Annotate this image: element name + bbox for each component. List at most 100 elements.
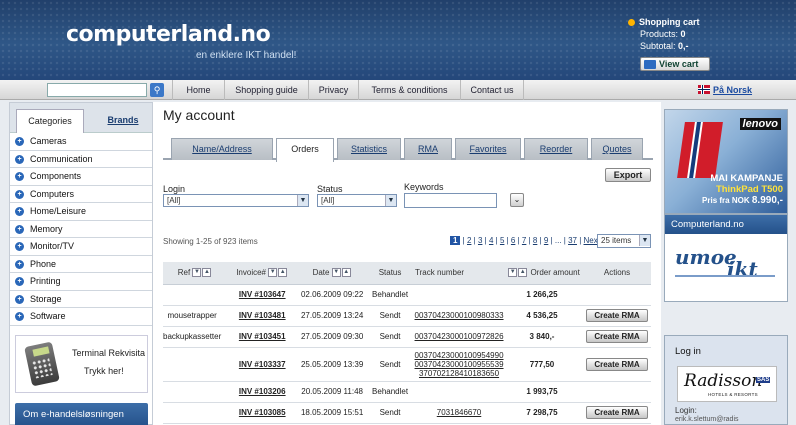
right-sidebar: lenovo MAI KAMPANJE ThinkPad T500 Pris f… xyxy=(664,102,788,425)
umoe-ikt-logo[interactable]: umoe ikt xyxy=(675,247,775,279)
view-cart-button[interactable]: View cart xyxy=(640,57,710,71)
category-storage[interactable]: + Storage xyxy=(10,291,152,308)
track-number-link[interactable]: 00370423000100954990 xyxy=(413,351,505,360)
nav-shopping-guide[interactable]: Shopping guide xyxy=(224,80,308,100)
tab-categories[interactable]: Categories xyxy=(16,109,84,133)
sort-asc-icon[interactable]: ▲ xyxy=(341,268,351,278)
create-rma-button[interactable]: Create RMA xyxy=(585,406,648,419)
col-invoice[interactable]: Invoice# ▼ ▲ xyxy=(227,262,298,285)
login-filter-select[interactable]: [All] ▼ xyxy=(163,194,309,207)
col-date[interactable]: Date ▼ ▲ xyxy=(297,262,368,285)
tab-favorites[interactable]: Favorites xyxy=(455,138,521,160)
table-row: INV #103337 25.05.2009 13:39 Sendt 00370423… xyxy=(163,347,651,382)
tab-name-address[interactable]: Name/Address xyxy=(171,138,273,160)
tab-rma[interactable]: RMA xyxy=(404,138,452,160)
tab-statistics[interactable]: Statistics xyxy=(337,138,401,160)
account-tabs: Name/Address Orders Statistics RMA Favor… xyxy=(163,138,653,162)
apply-filter-button[interactable]: ⌄ xyxy=(510,193,524,207)
create-rma-button[interactable]: Create RMA xyxy=(585,309,648,322)
invoice-link[interactable]: INV #103481 xyxy=(227,305,298,327)
page-link[interactable]: 7 xyxy=(522,236,526,245)
page-link[interactable]: 5 xyxy=(500,236,504,245)
tab-quotes[interactable]: Quotes xyxy=(591,138,643,160)
invoice-link[interactable]: INV #103085 xyxy=(227,402,298,424)
ehandel-info-header[interactable]: Om e-handelsløsningen xyxy=(15,403,148,425)
tab-brands[interactable]: Brands xyxy=(98,109,148,133)
sort-asc-icon[interactable]: ▲ xyxy=(202,268,212,278)
payment-terminal-icon xyxy=(24,341,60,387)
site-header: computerland.no en enklere IKT handel! S… xyxy=(0,0,796,80)
login-title: Log in xyxy=(675,346,701,357)
order-ref: mousetrapper xyxy=(163,305,228,327)
track-number-link[interactable]: 00370423000100955539 xyxy=(413,360,505,369)
category-monitor-tv[interactable]: + Monitor/TV xyxy=(10,238,152,256)
track-number-link[interactable]: 00370423000100980333 xyxy=(413,311,505,320)
nav-privacy[interactable]: Privacy xyxy=(308,80,358,100)
page-current[interactable]: 1 xyxy=(450,236,461,245)
order-actions: Create RMA xyxy=(582,347,651,382)
track-numbers: 00370423000100980333 xyxy=(413,305,506,327)
col-ref[interactable]: Ref ▼ ▲ xyxy=(163,262,228,285)
category-printing[interactable]: + Printing xyxy=(10,273,152,291)
tab-reorder[interactable]: Reorder xyxy=(524,138,588,160)
chevron-down-icon: ▼ xyxy=(297,195,308,206)
page-link[interactable]: 9 xyxy=(544,236,548,245)
invoice-link[interactable]: INV #103337 xyxy=(227,347,298,382)
page-link[interactable]: 2 xyxy=(467,236,471,245)
page-link[interactable]: 4 xyxy=(489,236,493,245)
sort-desc-icon[interactable]: ▼ xyxy=(192,268,202,278)
category-communication[interactable]: + Communication xyxy=(10,151,152,168)
track-number-link[interactable]: 00370423000100972826 xyxy=(413,332,505,341)
col-status[interactable]: Status xyxy=(367,262,414,285)
sort-desc-icon[interactable]: ▼ xyxy=(508,268,518,278)
order-date: 27.05.2009 13:24 xyxy=(297,305,368,327)
lenovo-campaign-banner[interactable]: lenovo MAI KAMPANJE ThinkPad T500 Pris f… xyxy=(664,109,788,214)
table-row: INV #103647 02.06.2009 09:22 Behandlet 1 26… xyxy=(163,284,651,306)
category-components[interactable]: + Components xyxy=(10,168,152,186)
lenovo-logo: lenovo xyxy=(739,118,781,130)
login-email: erik.k.slettum@radis xyxy=(675,416,739,423)
page-link[interactable]: 3 xyxy=(478,236,482,245)
category-memory[interactable]: + Memory xyxy=(10,221,152,238)
order-actions: Create RMA xyxy=(582,326,651,348)
create-rma-button[interactable]: Create RMA xyxy=(585,330,648,343)
track-number-link[interactable]: 370702128410183650 xyxy=(413,369,505,378)
nav-home[interactable]: Home xyxy=(172,80,224,100)
category-computers[interactable]: + Computers xyxy=(10,186,152,203)
invoice-link[interactable]: INV #103451 xyxy=(227,326,298,348)
items-per-page-select[interactable]: 25 items ▼ xyxy=(597,234,651,248)
create-rma-button[interactable]: Create RMA xyxy=(585,357,648,371)
track-number-link[interactable]: 7031846670 xyxy=(413,408,505,417)
invoice-link[interactable]: INV #103206 xyxy=(227,381,298,403)
sort-desc-icon[interactable]: ▼ xyxy=(268,268,278,278)
plus-icon: + xyxy=(15,277,24,286)
category-cameras[interactable]: + Cameras xyxy=(10,133,152,151)
table-row: backupkassetter INV #103451 27.05.2009 09:… xyxy=(163,326,651,348)
tab-orders[interactable]: Orders xyxy=(276,138,334,162)
page-link[interactable]: 8 xyxy=(533,236,537,245)
sort-asc-icon[interactable]: ▲ xyxy=(518,268,528,278)
col-order-amount[interactable]: ▼ ▲ Order amount xyxy=(505,262,583,285)
category-software[interactable]: + Software xyxy=(10,308,152,326)
site-logo[interactable]: computerland.no xyxy=(66,22,271,47)
invoice-link[interactable]: INV #103647 xyxy=(227,284,298,306)
sort-asc-icon[interactable]: ▲ xyxy=(278,268,288,278)
category-phone[interactable]: + Phone xyxy=(10,256,152,273)
export-button[interactable]: Export xyxy=(605,168,651,182)
search-input[interactable] xyxy=(47,83,147,97)
status-filter-label: Status xyxy=(317,184,343,194)
category-home-leisure[interactable]: + Home/Leisure xyxy=(10,203,152,221)
language-switch[interactable]: På Norsk xyxy=(698,85,752,95)
page-link[interactable]: 6 xyxy=(511,236,515,245)
order-actions: Create RMA xyxy=(582,305,651,327)
terminal-promo[interactable]: Terminal Rekvisita Trykk her! xyxy=(15,335,148,393)
search-button[interactable]: ⚲ xyxy=(150,83,164,97)
order-amount: 4 536,25 xyxy=(505,305,583,327)
page-link-last[interactable]: 37 xyxy=(568,236,577,245)
sort-desc-icon[interactable]: ▼ xyxy=(331,268,341,278)
nav-terms[interactable]: Terms & conditions xyxy=(358,80,460,100)
nav-contact-us[interactable]: Contact us xyxy=(460,80,524,100)
status-filter-select[interactable]: [All] ▼ xyxy=(317,194,397,207)
plus-icon: + xyxy=(15,172,24,181)
keywords-input[interactable] xyxy=(404,193,497,208)
